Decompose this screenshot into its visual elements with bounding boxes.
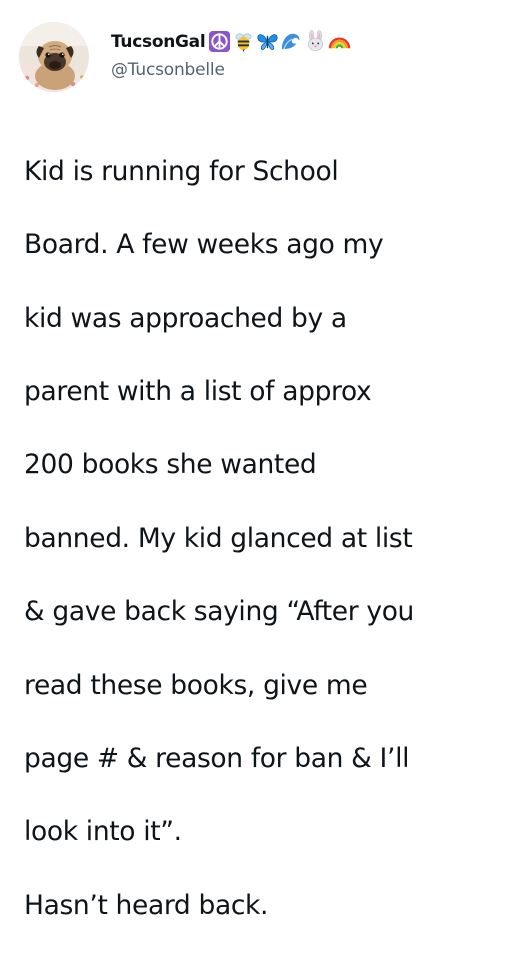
tweet-header: TucsonGal @Tucsonbelle — [19, 21, 352, 93]
tweet-text-line: 200 books she wanted — [24, 449, 317, 481]
tweet-text-line: parent with a list of approx — [24, 375, 372, 407]
bee-icon — [232, 30, 255, 53]
tweet-text-line: read these books, give me — [24, 669, 368, 701]
user-handle[interactable]: @Tucsonbelle — [111, 60, 352, 80]
tweet-text-line: kid was approached by a — [24, 302, 347, 334]
water-wave-icon — [280, 30, 303, 53]
rainbow-icon — [328, 30, 351, 53]
butterfly-icon — [256, 30, 279, 53]
tweet-text: Kid is running for School Board. A few w… — [24, 117, 506, 961]
tweet-text-line: banned. My kid glanced at list — [24, 522, 413, 554]
tweet-text-line: look into it”. — [24, 816, 182, 848]
peace-symbol-icon — [208, 30, 231, 53]
tweet-text-line: Kid is running for School — [24, 155, 339, 187]
tweet-card: TucsonGal @Tucsonbelle Kid is running fo… — [0, 0, 518, 921]
name-row: TucsonGal — [111, 29, 352, 55]
rabbit-face-icon — [304, 30, 327, 53]
avatar[interactable] — [19, 22, 89, 92]
tweet-text-line: page # & reason for ban & I’ll — [24, 742, 410, 774]
user-info: TucsonGal @Tucsonbelle — [111, 29, 352, 80]
tweet-text-line: Hasn’t heard back. — [24, 889, 269, 921]
name-emoji-row — [208, 30, 352, 53]
display-name[interactable]: TucsonGal — [111, 32, 206, 52]
pug-avatar-image — [19, 22, 89, 92]
tweet-text-line: Board. A few weeks ago my — [24, 229, 384, 261]
